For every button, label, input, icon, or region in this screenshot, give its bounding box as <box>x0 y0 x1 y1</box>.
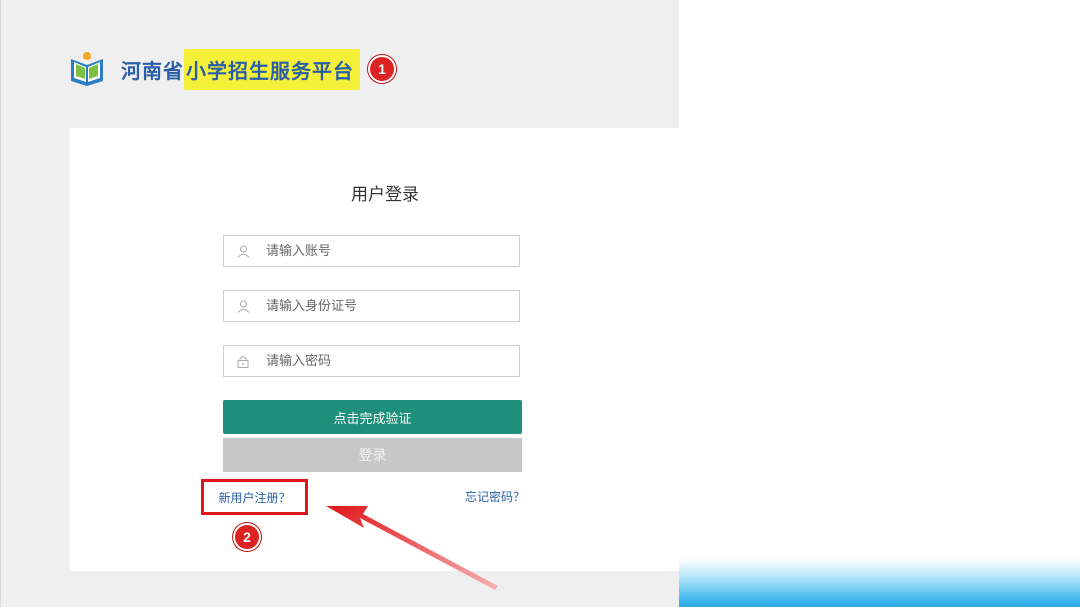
page-background: 河南省 小学招生服务平台 1 用户登录 点击完成验证 登录 <box>0 0 680 607</box>
register-link[interactable]: 新用户注册？ <box>218 489 290 506</box>
verify-button[interactable]: 点击完成验证 <box>223 400 522 434</box>
platform-title: 河南省 小学招生服务平台 1 <box>121 48 396 90</box>
step-badge-1: 1 <box>368 55 396 83</box>
login-title: 用户登录 <box>351 185 419 205</box>
register-highlight-box: 新用户注册？ <box>201 479 308 515</box>
title-highlight: 小学招生服务平台 <box>184 48 360 90</box>
step-badge-2: 2 <box>233 523 261 551</box>
decorative-gradient-band <box>679 558 1080 607</box>
lock-icon <box>236 354 250 368</box>
title-prefix: 河南省 <box>121 58 184 83</box>
login-button[interactable]: 登录 <box>223 438 522 472</box>
login-card: 用户登录 点击完成验证 登录 新用户注册？ 忘记密码？ 2 <box>70 128 680 571</box>
forgot-password-link[interactable]: 忘记密码？ <box>465 488 525 505</box>
book-logo-icon <box>71 52 103 86</box>
password-field[interactable] <box>223 345 520 377</box>
account-input[interactable] <box>264 242 508 260</box>
id-number-input[interactable] <box>264 297 508 315</box>
site-header: 河南省 小学招生服务平台 1 <box>67 48 396 90</box>
id-number-field[interactable] <box>223 290 520 322</box>
user-icon <box>236 244 250 258</box>
account-field[interactable] <box>223 235 520 267</box>
user-icon <box>236 299 250 313</box>
password-input[interactable] <box>264 352 508 370</box>
